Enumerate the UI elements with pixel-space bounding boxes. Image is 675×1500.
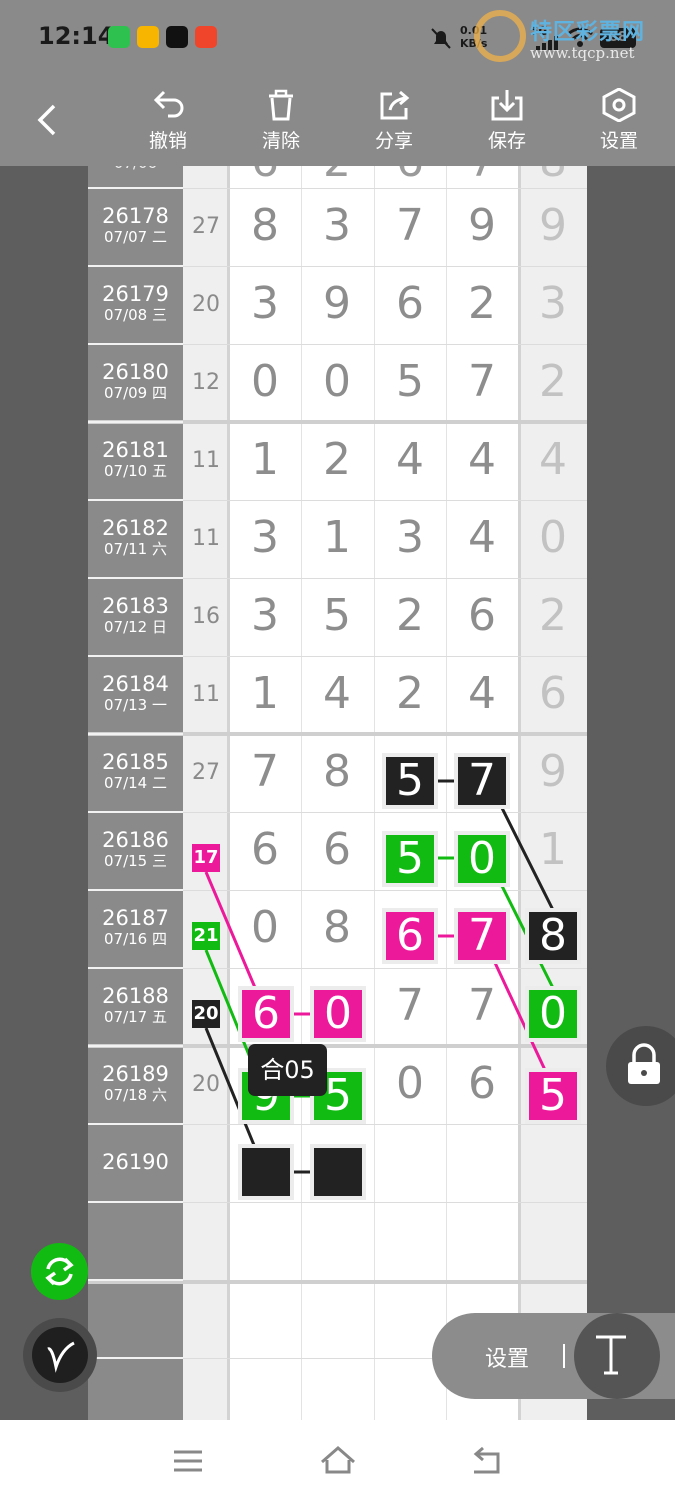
pen-tool-button[interactable] [23,1318,97,1392]
lottery-trend-grid[interactable]: 07/06 6 2 6 7 8 2617807/07 二278379926179… [0,166,675,1420]
marked-tail-black[interactable]: 8 [529,912,577,960]
hexagon-gear-icon [602,88,636,122]
system-nav-bar [0,1420,675,1500]
marked-tail-green[interactable]: 0 [529,990,577,1038]
mute-bell-icon [431,28,451,49]
undo-button[interactable]: 撤销 [128,84,208,160]
refresh-icon [45,1257,74,1286]
watermark-url: www.tqcp.net [530,44,635,62]
sum-tooltip: 合05 [248,1044,327,1096]
app-root: { "status_bar": { "time": "12:14", "net_… [0,0,675,1500]
settings-button[interactable]: 设置 [579,84,659,160]
back-nav-icon[interactable] [468,1446,506,1476]
predicted-box-black[interactable] [314,1148,362,1196]
watermark-title: 特区彩票网 [530,20,646,45]
weibo-icon [137,26,159,48]
back-button[interactable] [30,100,66,140]
save-label: 保存 [487,130,526,152]
home-icon[interactable] [318,1444,358,1476]
text-tool-button[interactable] [574,1313,660,1399]
chevron-left-icon [37,104,56,136]
trash-icon [269,89,293,121]
sum-marker-black[interactable]: 20 [192,1000,220,1028]
pen-tool-inner [32,1327,88,1383]
undo-icon [153,90,184,118]
toolbar: 撤销 清除 分享 保存 设置 [0,76,675,166]
marked-digit-black[interactable]: 7 [458,757,506,805]
marked-digit-green[interactable]: 0 [458,835,506,883]
marked-digit-magenta[interactable]: 6 [242,990,290,1038]
clear-label: 清除 [261,130,300,152]
marked-digit-magenta[interactable]: 6 [386,912,434,960]
share-icon [380,90,410,120]
tiktok-icon [166,26,188,48]
clear-button[interactable]: 清除 [241,84,321,160]
marked-digit-black[interactable]: 5 [386,757,434,805]
marked-digit-magenta[interactable]: 7 [458,912,506,960]
status-time: 12:14 [38,22,115,50]
settings-label: 设置 [599,130,638,152]
sum-marker-magenta[interactable]: 17 [192,844,220,872]
marked-tail-magenta[interactable]: 5 [529,1072,577,1120]
pill-settings-button[interactable]: 设置 [485,1341,529,1373]
sync-button[interactable] [31,1243,88,1300]
wechat-icon [108,26,130,48]
trend-lines [204,779,555,1174]
marked-digit-magenta[interactable]: 0 [314,990,362,1038]
status-bar: 12:14 0.01 KB/s 5G 88 特区彩票网 www.tqcp.net [0,0,675,76]
sum-marker-green[interactable]: 21 [192,922,220,950]
share-label: 分享 [374,130,413,152]
watermark-logo-icon [474,10,526,62]
app-icon [195,26,217,48]
save-button[interactable]: 保存 [467,84,547,160]
marked-digit-green[interactable]: 5 [386,835,434,883]
predicted-box-black[interactable] [242,1148,290,1196]
download-icon [491,90,523,121]
pen-stroke-icon [47,1341,75,1373]
pill-divider [563,1344,565,1368]
menu-icon[interactable] [172,1448,204,1474]
lock-button[interactable] [606,1026,675,1106]
lock-icon [628,1043,660,1084]
text-t-icon [596,1335,626,1375]
share-button[interactable]: 分享 [354,84,434,160]
undo-label: 撤销 [148,130,187,152]
